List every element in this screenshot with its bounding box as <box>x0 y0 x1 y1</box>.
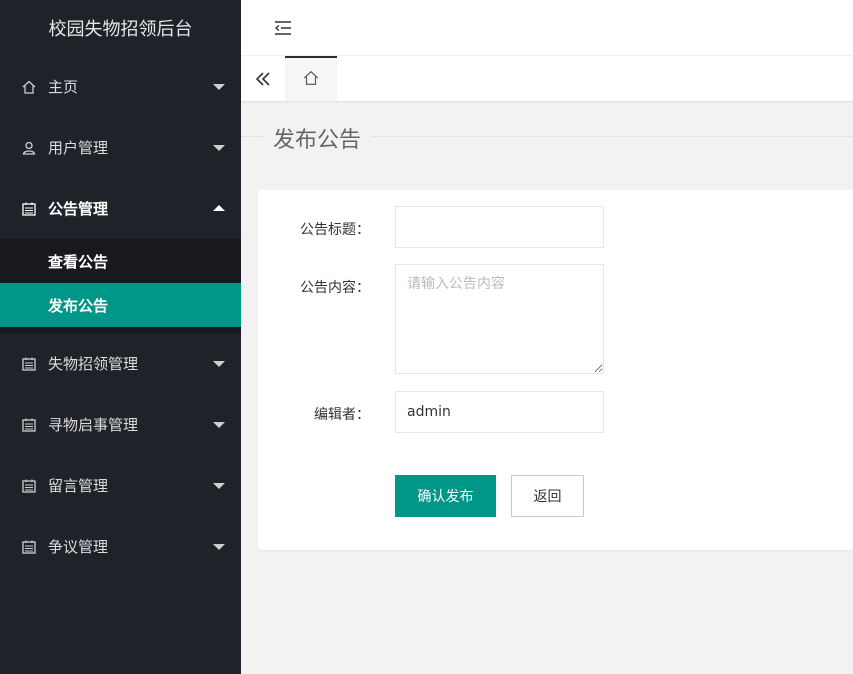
sidebar-item-announcements[interactable]: 公告管理 <box>0 178 241 239</box>
editor-label: 编辑者： <box>314 407 370 423</box>
sidebar-item-users[interactable]: 用户管理 <box>0 117 241 178</box>
tab-home[interactable] <box>285 56 337 101</box>
calendar-icon <box>20 200 38 218</box>
home-icon <box>302 69 320 91</box>
title-label: 公告标题： <box>300 222 370 238</box>
top-header <box>241 0 853 56</box>
caret-up-icon <box>213 204 225 211</box>
form-row-editor: 编辑者： <box>258 404 370 424</box>
content-label: 公告内容： <box>300 280 370 296</box>
sidebar-item-label: 留言管理 <box>48 477 109 495</box>
caret-down-icon <box>213 360 225 367</box>
double-chevron-left-icon[interactable] <box>241 56 285 101</box>
form-row-content: 公告内容： <box>258 277 370 297</box>
caret-down-icon <box>213 482 225 489</box>
page-title: 发布公告 <box>263 122 372 154</box>
sidebar-submenu-announcements: 查看公告 发布公告 <box>0 239 241 333</box>
sidebar-item-label: 争议管理 <box>48 538 109 556</box>
sidebar-item-search-notices[interactable]: 寻物启事管理 <box>0 394 241 455</box>
menu-fold-icon[interactable] <box>273 18 293 38</box>
app-logo-title: 校园失物招领后台 <box>48 19 193 40</box>
submit-button[interactable]: 确认发布 <box>395 475 496 517</box>
caret-down-icon <box>213 543 225 550</box>
back-button[interactable]: 返回 <box>511 475 584 517</box>
sidebar: 校园失物招领后台 主页 用户管理 公告管理 查看公告 发布公告 失物招领管理 寻… <box>0 0 241 674</box>
calendar-icon <box>20 477 38 495</box>
sidebar-subitem-view-announcements[interactable]: 查看公告 <box>0 239 241 283</box>
title-input[interactable] <box>395 206 604 248</box>
sidebar-item-label: 主页 <box>48 78 79 96</box>
calendar-icon <box>20 538 38 556</box>
sidebar-item-home[interactable]: 主页 <box>0 56 241 117</box>
user-icon <box>20 139 38 157</box>
content-textarea[interactable] <box>395 264 604 374</box>
sidebar-item-messages[interactable]: 留言管理 <box>0 455 241 516</box>
tabs-bar <box>241 56 853 101</box>
sidebar-item-label: 公告管理 <box>48 200 109 218</box>
sidebar-item-label: 用户管理 <box>48 139 109 157</box>
sidebar-item-label: 失物招领管理 <box>48 355 139 373</box>
form-row-title: 公告标题： <box>258 219 370 239</box>
sidebar-item-label: 寻物启事管理 <box>48 416 139 434</box>
home-icon <box>20 78 38 96</box>
sidebar-item-disputes[interactable]: 争议管理 <box>0 516 241 577</box>
calendar-icon <box>20 355 38 373</box>
caret-down-icon <box>213 144 225 151</box>
sidebar-item-lost-found[interactable]: 失物招领管理 <box>0 333 241 394</box>
calendar-icon <box>20 416 38 434</box>
caret-down-icon <box>213 421 225 428</box>
announcement-form-card: 公告标题： 公告内容： 编辑者： 确认发布 返回 <box>258 190 853 550</box>
editor-input[interactable] <box>395 391 604 433</box>
sidebar-subitem-publish-announcement[interactable]: 发布公告 <box>0 283 241 327</box>
caret-down-icon <box>213 83 225 90</box>
page-title-fieldset: 发布公告 <box>241 112 853 160</box>
